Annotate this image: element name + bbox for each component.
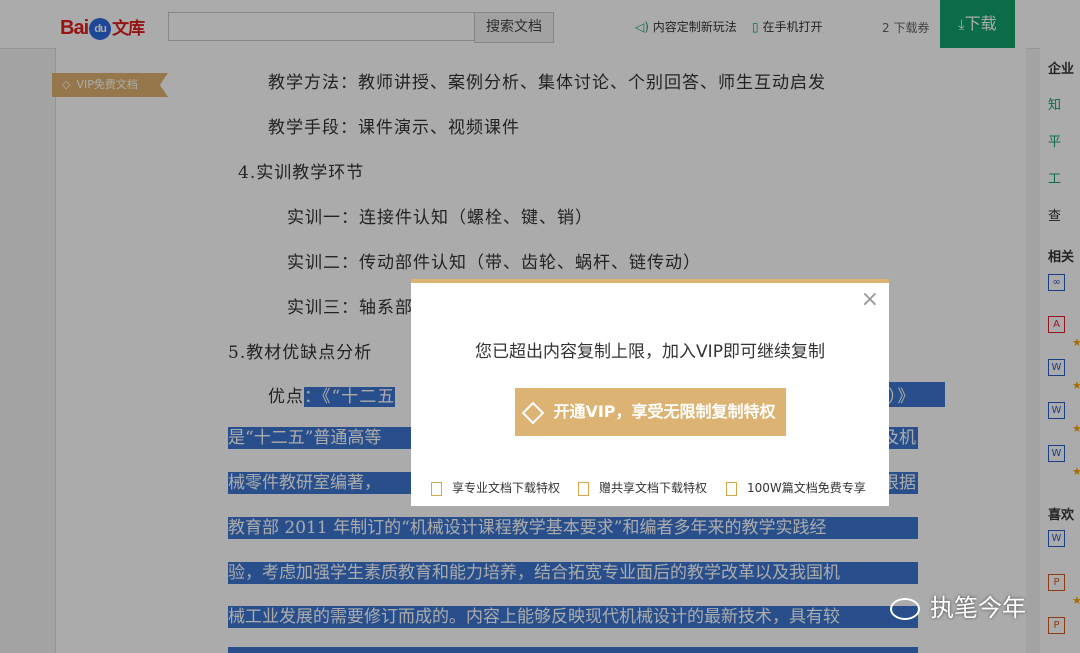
feature-item: 赠共享文档下载特权	[578, 479, 707, 496]
gift-icon	[726, 481, 737, 496]
open-vip-label: 开通VIP，享受无限制复制特权	[553, 402, 776, 421]
feature-item: 100W篇文档免费专享	[726, 479, 866, 496]
open-vip-button[interactable]: 开通VIP，享受无限制复制特权	[515, 388, 786, 436]
close-icon[interactable]: ×	[861, 289, 879, 311]
feature-label: 100W篇文档免费专享	[747, 481, 866, 495]
diamond-icon	[522, 401, 545, 424]
copy-limit-modal: × 您已超出内容复制上限，加入VIP即可继续复制 开通VIP，享受无限制复制特权…	[411, 279, 889, 506]
wechat-icon	[890, 598, 920, 620]
modal-title: 您已超出内容复制上限，加入VIP即可继续复制	[475, 342, 825, 362]
watermark-text: 执笔今年	[930, 594, 1026, 622]
feature-label: 赠共享文档下载特权	[599, 481, 708, 495]
wechat-watermark: 执笔今年	[890, 588, 1026, 623]
feature-label: 享专业文档下载特权	[452, 481, 561, 495]
feature-item: 享专业文档下载特权	[431, 479, 560, 496]
document-icon	[578, 481, 589, 496]
document-icon	[431, 481, 442, 496]
